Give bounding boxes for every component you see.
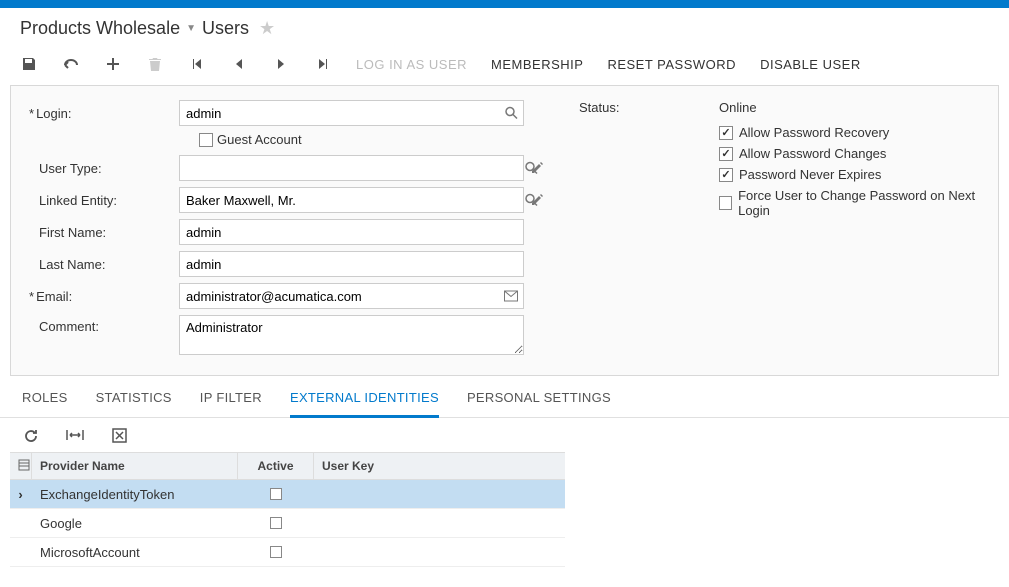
guest-account-label: Guest Account — [217, 132, 302, 147]
force-change-checkbox[interactable] — [719, 196, 732, 210]
last-name-label: Last Name: — [19, 257, 179, 272]
tab-personal-settings[interactable]: PERSONAL SETTINGS — [467, 390, 611, 417]
row-selector-cell[interactable] — [10, 519, 32, 527]
row-selector-cell[interactable] — [10, 483, 32, 506]
table-row[interactable]: Google — [10, 509, 565, 538]
user-type-input[interactable] — [179, 155, 524, 181]
fit-columns-icon[interactable] — [66, 426, 84, 444]
provider-cell[interactable]: Google — [32, 512, 238, 535]
export-icon[interactable] — [110, 426, 128, 444]
email-input[interactable] — [179, 283, 524, 309]
never-expires-checkbox[interactable] — [719, 168, 733, 182]
row-selector-header[interactable] — [10, 453, 32, 479]
breadcrumb-company[interactable]: Products Wholesale — [20, 18, 180, 39]
active-checkbox[interactable] — [270, 488, 282, 500]
user-type-label: User Type: — [19, 161, 179, 176]
tab-ip-filter[interactable]: IP FILTER — [200, 390, 262, 417]
favorite-star-icon[interactable]: ★ — [259, 18, 275, 39]
active-header[interactable]: Active — [238, 453, 314, 479]
never-expires-label: Password Never Expires — [739, 167, 881, 182]
allow-recovery-checkbox[interactable] — [719, 126, 733, 140]
userkey-cell[interactable] — [314, 519, 565, 527]
table-row[interactable]: ExchangeIdentityToken — [10, 480, 565, 509]
provider-cell[interactable]: ExchangeIdentityToken — [32, 483, 238, 506]
login-label: Login: — [19, 106, 179, 121]
comment-label: Comment: — [19, 315, 179, 334]
active-checkbox[interactable] — [270, 517, 282, 529]
grid-toolbar — [0, 418, 1009, 452]
allow-changes-label: Allow Password Changes — [739, 146, 886, 161]
prev-record-icon[interactable] — [230, 55, 248, 73]
linked-entity-input[interactable] — [179, 187, 524, 213]
main-toolbar: LOG IN AS USER MEMBERSHIP RESET PASSWORD… — [0, 49, 1009, 79]
delete-icon — [146, 55, 164, 73]
last-name-input[interactable] — [179, 251, 524, 277]
disable-user-button[interactable]: DISABLE USER — [760, 57, 861, 72]
guest-account-checkbox[interactable] — [199, 133, 213, 147]
first-name-input[interactable] — [179, 219, 524, 245]
breadcrumb: Products Wholesale ▼ Users ★ — [0, 8, 1009, 49]
form-panel: Login: Guest Account User Type: — [10, 85, 999, 376]
top-accent-bar — [0, 0, 1009, 8]
identities-grid: Provider Name Active User Key ExchangeId… — [10, 452, 565, 567]
tab-roles[interactable]: ROLES — [22, 390, 68, 417]
row-selector-cell[interactable] — [10, 548, 32, 556]
membership-button[interactable]: MEMBERSHIP — [491, 57, 583, 72]
pencil-icon[interactable] — [530, 193, 544, 207]
tab-statistics[interactable]: STATISTICS — [96, 390, 172, 417]
active-cell[interactable] — [238, 484, 314, 504]
active-cell[interactable] — [238, 542, 314, 562]
add-icon[interactable] — [104, 55, 122, 73]
tab-external-identities[interactable]: EXTERNAL IDENTITIES — [290, 390, 439, 418]
userkey-cell[interactable] — [314, 548, 565, 556]
linked-entity-label: Linked Entity: — [19, 193, 179, 208]
status-value: Online — [719, 100, 757, 115]
force-change-label: Force User to Change Password on Next Lo… — [738, 188, 990, 218]
login-as-user-button: LOG IN AS USER — [356, 57, 467, 72]
last-record-icon[interactable] — [314, 55, 332, 73]
comment-input[interactable] — [179, 315, 524, 355]
breadcrumb-screen: Users — [202, 18, 249, 39]
refresh-icon[interactable] — [22, 426, 40, 444]
userkey-cell[interactable] — [314, 490, 565, 498]
first-name-label: First Name: — [19, 225, 179, 240]
table-row[interactable]: MicrosoftAccount — [10, 538, 565, 567]
userkey-header[interactable]: User Key — [314, 453, 565, 479]
login-input[interactable] — [179, 100, 524, 126]
status-label: Status: — [579, 100, 719, 115]
provider-cell[interactable]: MicrosoftAccount — [32, 541, 238, 564]
grid-header: Provider Name Active User Key — [10, 453, 565, 480]
tabs: ROLES STATISTICS IP FILTER EXTERNAL IDEN… — [0, 376, 1009, 418]
allow-changes-checkbox[interactable] — [719, 147, 733, 161]
next-record-icon[interactable] — [272, 55, 290, 73]
save-icon[interactable] — [20, 55, 38, 73]
first-record-icon[interactable] — [188, 55, 206, 73]
reset-password-button[interactable]: RESET PASSWORD — [607, 57, 736, 72]
email-label: Email: — [19, 289, 179, 304]
undo-icon[interactable] — [62, 55, 80, 73]
provider-header[interactable]: Provider Name — [32, 453, 238, 479]
pencil-icon[interactable] — [530, 161, 544, 175]
allow-recovery-label: Allow Password Recovery — [739, 125, 889, 140]
chevron-down-icon[interactable]: ▼ — [186, 23, 196, 34]
active-cell[interactable] — [238, 513, 314, 533]
active-checkbox[interactable] — [270, 546, 282, 558]
